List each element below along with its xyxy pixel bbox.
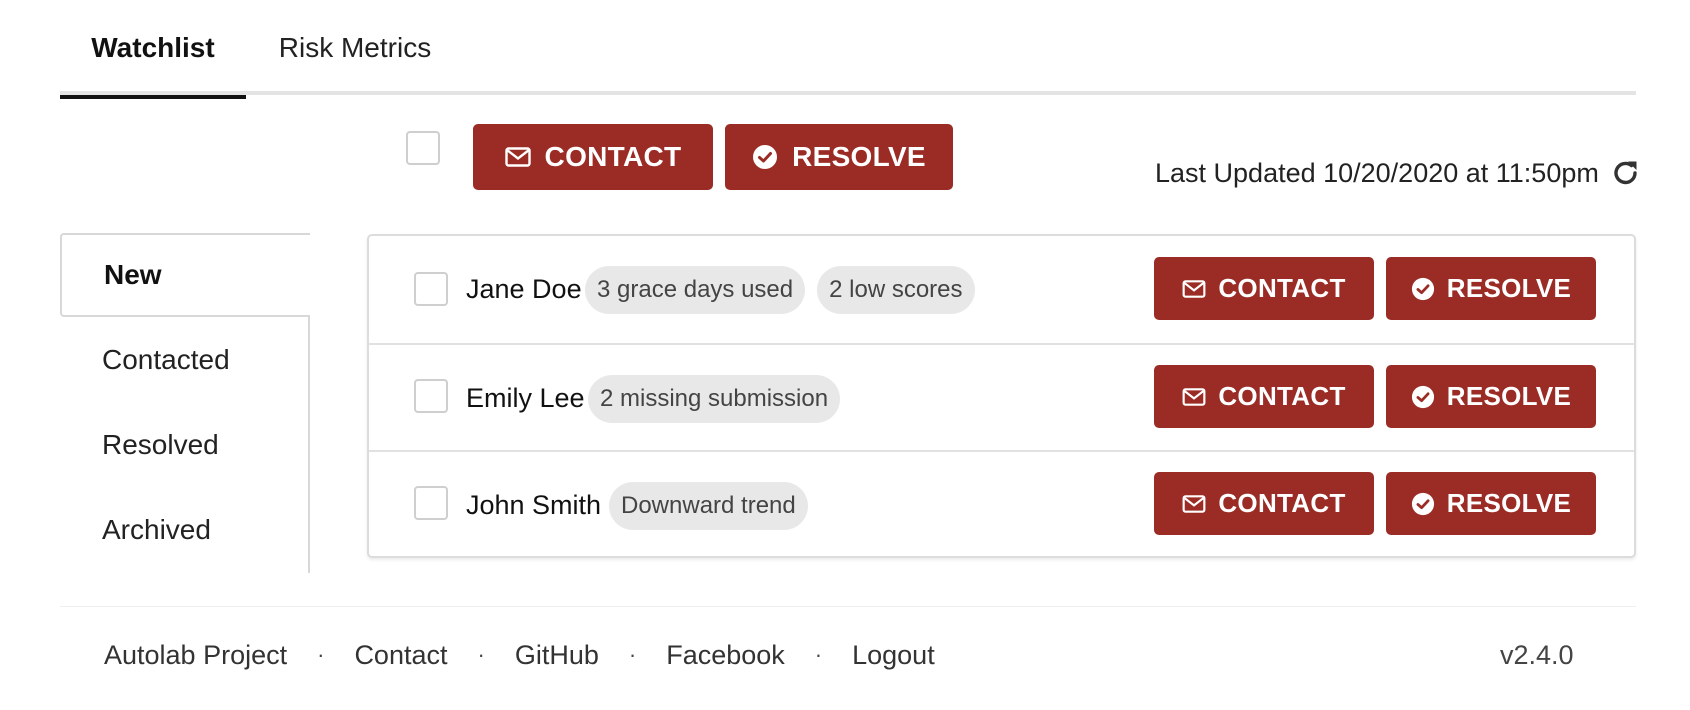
- bulk-resolve-label: RESOLVE: [792, 141, 926, 172]
- footer-separator: ·: [628, 642, 637, 667]
- sidebar-item-contacted[interactable]: Contacted: [60, 318, 310, 402]
- bulk-resolve-button[interactable]: RESOLVE: [725, 124, 953, 190]
- contact-label: CONTACT: [1218, 381, 1346, 411]
- student-list: Jane Doe 3 grace days used 2 low scores …: [367, 234, 1636, 558]
- footer-link-github[interactable]: GitHub: [515, 640, 599, 671]
- resolve-label: RESOLVE: [1446, 381, 1572, 411]
- footer-links: Autolab Project · Contact · GitHub · Fac…: [104, 634, 935, 676]
- row-checkbox[interactable]: [414, 486, 448, 520]
- contact-label: CONTACT: [1218, 273, 1346, 303]
- bulk-contact-label: CONTACT: [544, 141, 682, 172]
- student-name: Emily Lee: [466, 383, 585, 413]
- contact-button[interactable]: CONTACT: [1154, 365, 1374, 428]
- envelope-icon: [1182, 279, 1206, 298]
- sidebar-item-resolved[interactable]: Resolved: [60, 403, 310, 487]
- contact-button[interactable]: CONTACT: [1154, 257, 1374, 320]
- footer-separator: ·: [814, 642, 823, 667]
- student-name: Jane Doe: [466, 274, 582, 304]
- envelope-icon: [1182, 494, 1206, 513]
- footer-link-autolab[interactable]: Autolab Project: [104, 640, 287, 671]
- sidebar-item-new[interactable]: New: [60, 233, 310, 317]
- footer-link-logout[interactable]: Logout: [852, 640, 935, 671]
- status-badge: 2 low scores: [817, 265, 975, 314]
- row-checkbox[interactable]: [414, 272, 448, 306]
- status-sidebar: New Contacted Resolved Archived: [60, 233, 310, 573]
- status-badge: 2 missing submission: [588, 374, 841, 423]
- envelope-icon: [1182, 387, 1206, 406]
- check-circle-icon: [1411, 277, 1434, 300]
- envelope-icon: [504, 147, 531, 167]
- table-row: John Smith Downward trend CONTACT RESOLV…: [369, 450, 1634, 557]
- footer-divider: [60, 606, 1636, 607]
- tag-group: 2 missing submission: [588, 345, 852, 452]
- refresh-icon[interactable]: [1611, 158, 1641, 188]
- sidebar-item-label: New: [104, 259, 162, 290]
- tag-group: Downward trend: [609, 452, 820, 559]
- tab-risk-metrics[interactable]: Risk Metrics: [260, 0, 450, 95]
- resolve-button[interactable]: RESOLVE: [1386, 472, 1596, 535]
- sidebar-item-label: Resolved: [102, 429, 219, 460]
- version-label: v2.4.0: [1500, 639, 1574, 670]
- sidebar-item-archived[interactable]: Archived: [60, 488, 310, 572]
- footer-separator: ·: [477, 642, 485, 667]
- status-badge: Downward trend: [609, 481, 808, 530]
- table-row: Emily Lee 2 missing submission CONTACT R…: [369, 343, 1634, 450]
- sidebar-item-label: Archived: [102, 514, 211, 545]
- last-updated-text: Last Updated 10/20/2020 at 11:50pm: [1155, 157, 1599, 188]
- resolve-label: RESOLVE: [1446, 488, 1572, 518]
- check-circle-icon: [1411, 492, 1434, 515]
- footer-separator: ·: [317, 642, 325, 667]
- contact-label: CONTACT: [1218, 488, 1346, 518]
- tab-bar: Watchlist Risk Metrics: [60, 0, 1636, 99]
- sidebar-item-label: Contacted: [102, 344, 230, 375]
- check-circle-icon: [1411, 385, 1434, 408]
- contact-button[interactable]: CONTACT: [1154, 472, 1374, 535]
- status-badge: 3 grace days used: [585, 265, 806, 314]
- row-checkbox[interactable]: [414, 379, 448, 413]
- last-updated: Last Updated 10/20/2020 at 11:50pm: [1155, 155, 1641, 191]
- resolve-label: RESOLVE: [1446, 273, 1572, 303]
- footer-link-contact[interactable]: Contact: [354, 640, 447, 671]
- resolve-button[interactable]: RESOLVE: [1386, 365, 1596, 428]
- table-row: Jane Doe 3 grace days used 2 low scores …: [369, 236, 1634, 343]
- select-all-checkbox[interactable]: [406, 131, 440, 165]
- footer-link-facebook[interactable]: Facebook: [666, 640, 785, 671]
- bulk-contact-button[interactable]: CONTACT: [473, 124, 713, 190]
- resolve-button[interactable]: RESOLVE: [1386, 257, 1596, 320]
- tab-watchlist[interactable]: Watchlist: [60, 0, 246, 99]
- student-name: John Smith: [466, 490, 602, 520]
- tag-group: 3 grace days used 2 low scores: [585, 236, 987, 343]
- check-circle-icon: [753, 145, 778, 169]
